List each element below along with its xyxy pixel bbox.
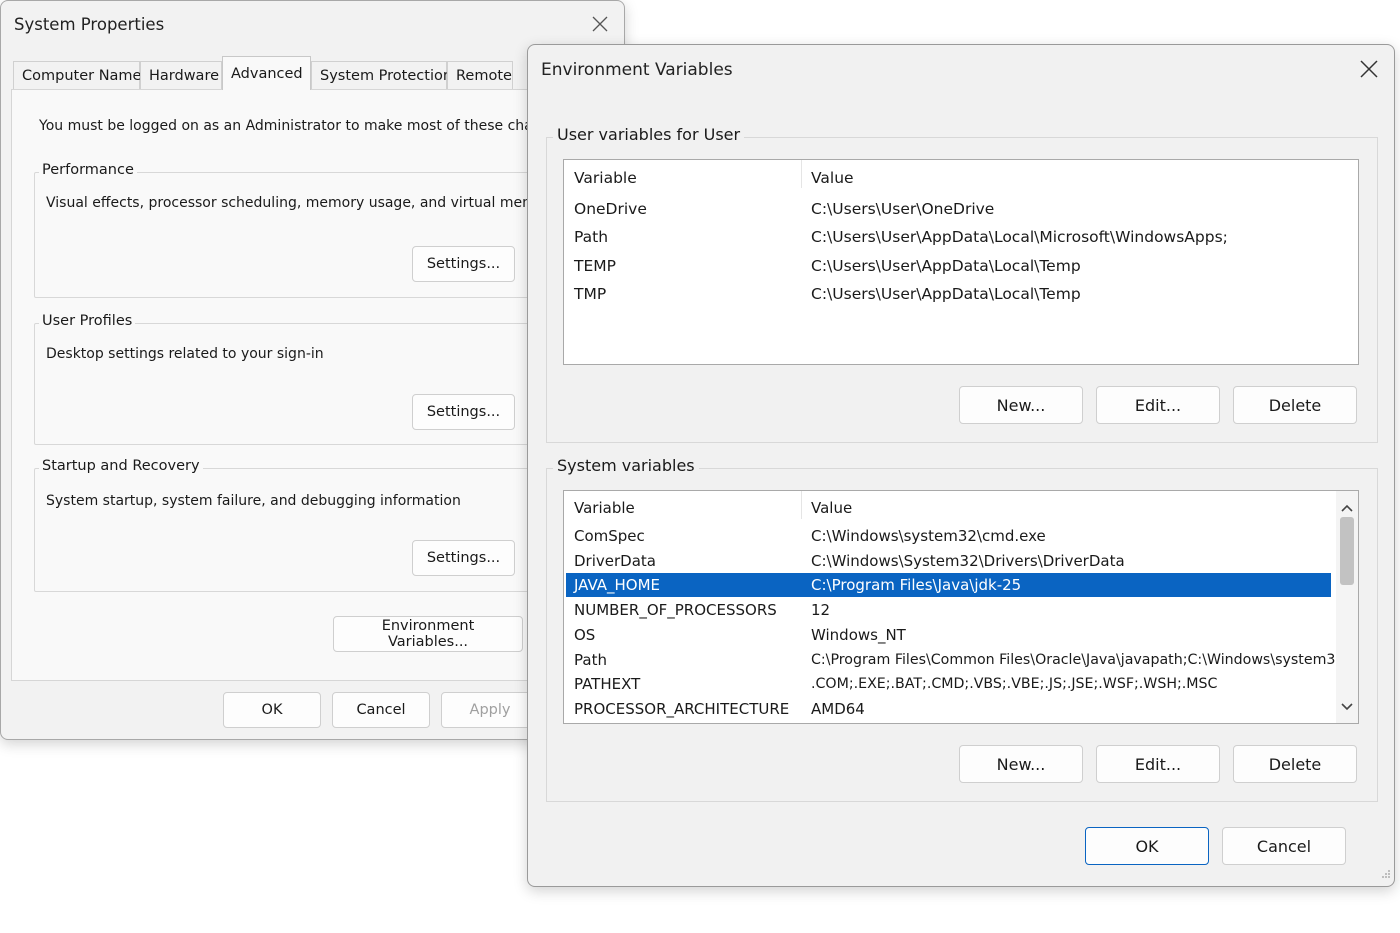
tab-label: System Protection [320,68,453,84]
user-delete-button[interactable]: Delete [1233,386,1357,424]
cancel-button[interactable]: Cancel [332,692,430,728]
user-variables-list[interactable]: Variable Value OneDrive C:\Users\User\On… [563,159,1359,365]
close-icon[interactable] [592,16,608,32]
row-value: AMD64 [811,700,865,718]
row-variable: PATHEXT [574,675,641,693]
list-row[interactable]: OS Windows_NT [564,623,1331,647]
row-variable: Path [574,651,607,669]
advanced-tab-panel: You must be logged on as an Administrato… [11,89,611,681]
startup-recovery-legend: Startup and Recovery [39,458,203,474]
row-value: C:\Users\User\AppData\Local\Microsoft\Wi… [811,228,1228,246]
scroll-down-arrow-icon[interactable] [1341,697,1353,715]
row-value: C:\Windows\system32\cmd.exe [811,527,1046,545]
ok-button[interactable]: OK [1085,827,1209,865]
list-row[interactable]: PROCESSOR_ARCHITECTURE AMD64 [564,697,1331,721]
list-row[interactable]: Path C:\Program Files\Common Files\Oracl… [564,648,1358,672]
row-variable: TMP [574,285,607,303]
row-variable: NUMBER_OF_PROCESSORS [574,601,777,619]
startup-recovery-description: System startup, system failure, and debu… [46,493,461,509]
list-row-selected[interactable]: JAVA_HOME C:\Program Files\Java\jdk-25 [566,573,1331,597]
tab-system-protection[interactable]: System Protection [311,61,452,89]
window-title[interactable]: Environment Variables [541,60,733,80]
performance-group: Performance Visual effects, processor sc… [34,162,594,298]
list-row[interactable]: TMP C:\Users\User\AppData\Local\Temp [564,282,1358,306]
system-variables-list[interactable]: Variable Value ComSpec C:\Windows\system… [563,490,1359,724]
row-value: C:\Program Files\Common Files\Oracle\Jav… [811,652,1359,668]
system-properties-titlebar[interactable]: System Properties [1,1,624,49]
row-value: C:\Windows\System32\Drivers\DriverData [811,552,1125,570]
tab-label: Advanced [231,66,303,82]
row-value: C:\Users\User\OneDrive [811,200,995,218]
row-value: .COM;.EXE;.BAT;.CMD;.VBS;.VBE;.JS;.JSE;.… [811,676,1218,692]
user-profiles-group: User Profiles Desktop settings related t… [34,313,594,445]
column-divider[interactable] [801,160,802,188]
row-value: C:\Users\User\AppData\Local\Temp [811,257,1081,275]
tab-remote[interactable]: Remote [447,61,513,89]
list-row[interactable]: ComSpec C:\Windows\system32\cmd.exe [564,524,1331,548]
row-variable: PROCESSOR_ARCHITECTURE [574,700,790,718]
environment-variables-window: Environment Variables User variables for… [527,44,1395,887]
tab-label: Computer Name [22,68,142,84]
scrollbar-thumb[interactable] [1340,517,1354,585]
user-profiles-legend: User Profiles [39,313,136,329]
admin-note: You must be logged on as an Administrato… [39,118,571,134]
column-divider[interactable] [801,491,802,519]
list-row[interactable]: PATHEXT .COM;.EXE;.BAT;.CMD;.VBS;.VBE;.J… [564,672,1331,696]
user-edit-button[interactable]: Edit... [1096,386,1220,424]
environment-variables-button[interactable]: Environment Variables... [333,616,523,652]
resize-grip-icon[interactable] [1381,864,1391,883]
column-header-variable[interactable]: Variable [574,166,637,190]
column-header-variable[interactable]: Variable [574,496,635,520]
startup-recovery-group: Startup and Recovery System startup, sys… [34,458,594,592]
tab-hardware[interactable]: Hardware [140,61,222,89]
row-value: C:\Users\User\AppData\Local\Temp [811,285,1081,303]
list-header: Variable Value [564,496,1337,520]
row-value: Windows_NT [811,626,906,644]
system-new-button[interactable]: New... [959,745,1083,783]
row-variable: OneDrive [574,200,647,218]
list-header: Variable Value [564,166,1358,190]
column-header-value[interactable]: Value [811,496,852,520]
list-row[interactable]: NUMBER_OF_PROCESSORS 12 [564,598,1331,622]
user-variables-group: User variables for User Variable Value O… [546,125,1378,443]
user-variables-legend: User variables for User [553,125,745,144]
row-variable: OS [574,626,596,644]
performance-legend: Performance [39,162,137,178]
row-variable: JAVA_HOME [574,576,661,594]
performance-settings-button[interactable]: Settings... [412,246,515,282]
startup-recovery-settings-button[interactable]: Settings... [412,540,515,576]
scroll-up-arrow-icon[interactable] [1341,498,1353,516]
row-variable: TEMP [574,257,616,275]
list-row[interactable]: TEMP C:\Users\User\AppData\Local\Temp [564,254,1358,278]
list-row[interactable]: Path C:\Users\User\AppData\Local\Microso… [564,225,1358,249]
apply-button[interactable]: Apply [441,692,539,728]
system-variables-legend: System variables [553,456,699,475]
user-new-button[interactable]: New... [959,386,1083,424]
tab-advanced[interactable]: Advanced [222,56,311,90]
row-variable: DriverData [574,552,656,570]
close-icon[interactable] [1360,60,1378,78]
ok-button[interactable]: OK [223,692,321,728]
cancel-button[interactable]: Cancel [1222,827,1346,865]
row-value: C:\Program Files\Java\jdk-25 [811,576,1022,594]
list-row[interactable]: DriverData C:\Windows\System32\Drivers\D… [564,549,1331,573]
tab-label: Remote [456,68,512,84]
vertical-scrollbar[interactable] [1336,491,1358,723]
system-delete-button[interactable]: Delete [1233,745,1357,783]
tab-computer-name[interactable]: Computer Name [13,61,142,89]
user-profiles-settings-button[interactable]: Settings... [412,394,515,430]
row-variable: Path [574,228,609,246]
system-variables-group: System variables Variable Value ComSpec … [546,456,1378,802]
column-header-value[interactable]: Value [811,166,854,190]
row-variable: ComSpec [574,527,645,545]
window-title: System Properties [14,15,165,34]
list-row[interactable]: OneDrive C:\Users\User\OneDrive [564,197,1358,221]
system-edit-button[interactable]: Edit... [1096,745,1220,783]
performance-description: Visual effects, processor scheduling, me… [46,195,559,211]
row-value: 12 [811,601,831,619]
tab-label: Hardware [149,68,220,84]
user-profiles-description: Desktop settings related to your sign-in [46,346,324,362]
